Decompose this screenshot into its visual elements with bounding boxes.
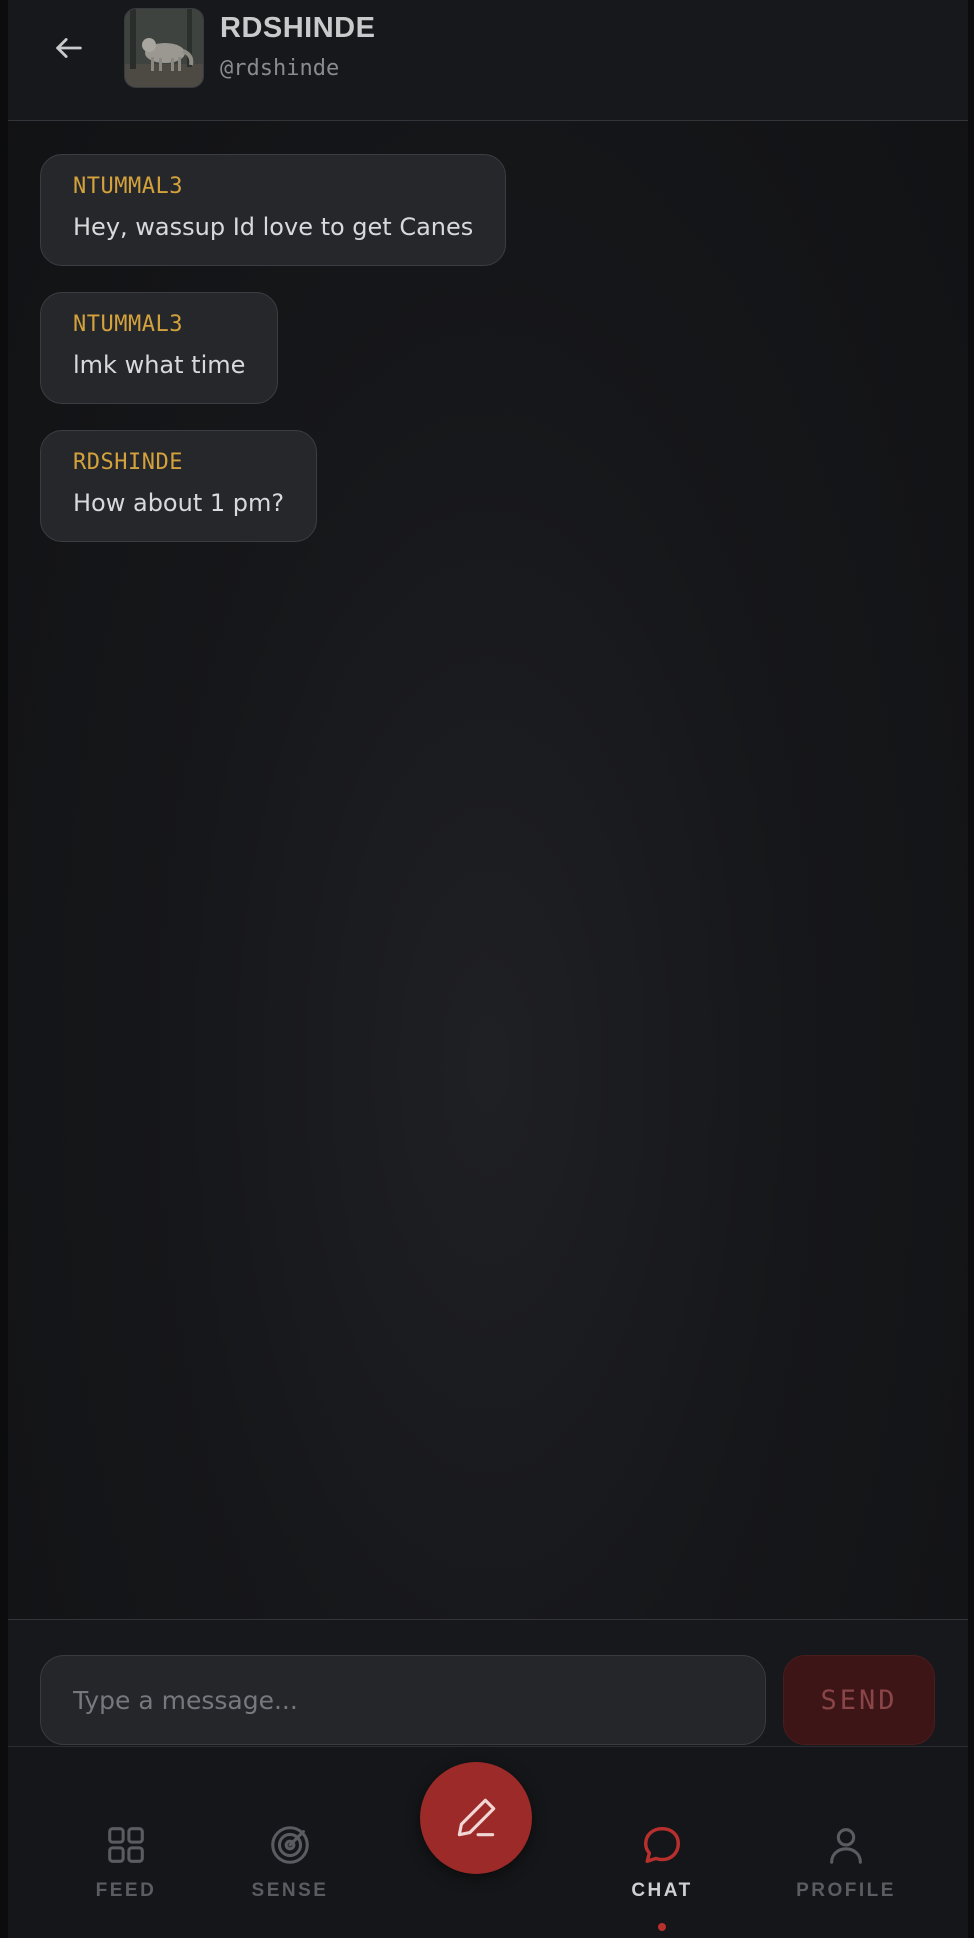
- message-input[interactable]: [40, 1655, 766, 1745]
- wolf-photo: [125, 9, 203, 87]
- grid-icon: [108, 1827, 144, 1863]
- pencil-icon: [457, 1798, 496, 1837]
- message-text: How about 1 pm?: [73, 489, 285, 517]
- nav-item-profile[interactable]: PROFILE: [781, 1822, 911, 1912]
- avatar[interactable]: [124, 8, 204, 88]
- message-sender: NTUMMAL3: [73, 312, 183, 337]
- message-bubble: RDSHINDE How about 1 pm?: [40, 430, 318, 542]
- user-icon: [830, 1828, 862, 1864]
- compose-button[interactable]: [420, 1762, 532, 1874]
- message-sender: RDSHINDE: [73, 450, 183, 475]
- chat-bubble-icon: [643, 1826, 681, 1864]
- chat-screen: RDSHINDE @rdshinde NTUMMAL3 Hey, wassup …: [8, 0, 968, 1938]
- nav-label: SENSE: [251, 1880, 329, 1901]
- radar-icon: [271, 1826, 309, 1864]
- message-bubble: NTUMMAL3 Hey, wassup Id love to get Cane…: [40, 154, 507, 266]
- message-sender: NTUMMAL3: [73, 174, 183, 199]
- send-button[interactable]: SEND: [783, 1655, 935, 1745]
- conversation-handle: @rdshinde: [220, 56, 340, 81]
- message-text: Hey, wassup Id love to get Canes: [73, 213, 474, 241]
- nav-label: FEED: [95, 1880, 157, 1901]
- back-button[interactable]: [48, 27, 90, 69]
- nav-item-sense[interactable]: SENSE: [225, 1822, 355, 1912]
- message-text: lmk what time: [73, 351, 246, 379]
- message-composer: SEND: [8, 1619, 968, 1746]
- chat-header: RDSHINDE @rdshinde: [8, 0, 968, 121]
- arrow-left-icon: [56, 38, 82, 58]
- message-bubble: NTUMMAL3 lmk what time: [40, 292, 279, 404]
- nav-label: PROFILE: [796, 1880, 896, 1901]
- active-indicator-dot: [658, 1923, 666, 1931]
- message-list: NTUMMAL3 Hey, wassup Id love to get Cane…: [40, 154, 940, 568]
- message-row: NTUMMAL3 Hey, wassup Id love to get Cane…: [40, 154, 940, 292]
- message-row: NTUMMAL3 lmk what time: [40, 292, 940, 430]
- conversation-title: RDSHINDE: [220, 12, 376, 44]
- nav-label: CHAT: [631, 1880, 693, 1901]
- nav-item-feed[interactable]: FEED: [61, 1822, 191, 1912]
- nav-item-chat[interactable]: CHAT: [597, 1822, 727, 1912]
- message-row: RDSHINDE How about 1 pm?: [40, 430, 940, 568]
